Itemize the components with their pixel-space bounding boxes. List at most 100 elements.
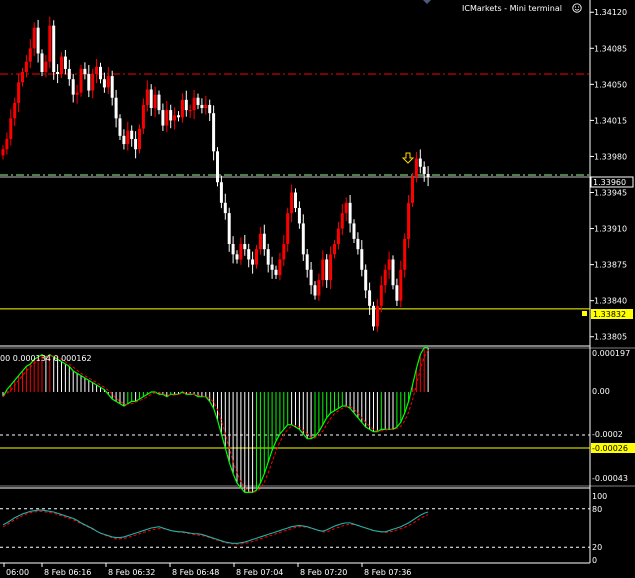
candle-body [196,97,200,105]
candle-body [91,74,95,91]
candle-body [414,158,418,178]
candle-body [243,244,247,250]
candle-body [418,158,422,167]
candle-body [21,71,24,83]
candle-body [153,94,157,109]
candle-body [231,244,235,255]
price-tick-label: 1.34120 [594,8,627,17]
candle-body [71,79,75,95]
candle-body [24,61,28,72]
candle-body [157,94,161,111]
candle-body [348,202,352,224]
candle-body [173,115,177,121]
price-tick-label: 1.33805 [594,333,627,342]
candle-body [395,285,399,301]
candle-body [177,115,180,118]
candle-body [56,71,60,75]
candle-body [223,202,227,214]
candle-body [79,68,83,93]
candle-body [40,53,44,72]
candle-body [32,27,36,49]
candle-body [297,207,301,224]
candle-body [278,259,282,275]
candle-body [130,130,134,139]
candle-body [286,213,290,245]
macd-tick-label: 0.000197 [592,349,630,358]
stochastic-tick-label: 0 [592,556,597,565]
candle-body [118,118,122,136]
candle-body [403,238,407,270]
candle-body [87,74,91,91]
candle-body [239,244,243,260]
candle-body [184,99,188,111]
candle-body [301,223,305,255]
candle-body [200,104,204,109]
candle-body [134,138,138,150]
candle-body [212,113,216,152]
candle-body [141,104,145,129]
candle-body [274,269,278,275]
candle-body [399,269,403,301]
candle-body [251,259,255,265]
candle-body [305,254,309,270]
candle-body [106,76,110,88]
macd-level-label: -0.00026 [592,444,628,453]
candle-body [235,254,239,260]
candle-body [52,25,56,72]
price-tick-label: 1.34015 [594,116,627,125]
candle-body [352,223,356,239]
candle-body [422,166,426,174]
candle-body [95,66,99,75]
candle-body [122,135,126,145]
current-price-tag: 1.33960 [590,176,634,188]
price-tick-label: 1.33980 [594,152,627,161]
candle-body [344,202,348,214]
macd-level-tag: -0.00026 [591,443,635,453]
candle-body [321,259,325,281]
level-price-label: 1.33832 [593,310,626,319]
window-title-text: ICMarkets - Mini terminal [462,4,562,13]
candle-body [48,25,52,62]
candle-body [99,66,102,80]
candle-body [60,56,63,75]
candle-body [364,269,368,291]
candle-body [372,305,375,327]
candle-body [313,285,317,296]
time-tick-label: 06:00 [6,568,29,577]
candle-body [340,213,344,229]
candle-body [13,102,17,119]
candle-body [333,244,336,255]
candle-body [63,56,67,69]
time-tick-label: 8 Feb 07:20 [300,568,347,577]
candle-body [247,249,251,260]
candle-body [169,110,173,121]
candle-body [368,290,372,306]
candle-body [426,173,430,178]
candle-body [216,151,219,183]
stochastic-tick-label: 20 [592,543,602,552]
candle-body [255,249,258,265]
price-tick-label: 1.33840 [594,297,627,306]
candle-body [36,27,40,54]
candle-body [391,259,395,286]
candle-body [102,79,106,88]
time-tick-label: 8 Feb 06:48 [172,568,219,577]
candle-body [208,104,212,114]
candle-body [227,213,231,245]
candle-body [262,233,266,250]
time-tick-label: 8 Feb 07:04 [236,568,283,577]
candle-body [67,68,71,80]
candle-body [266,249,270,265]
candle-body [375,305,379,327]
candle-body [329,254,333,281]
macd-tick-label: 0.00 [592,387,610,396]
stochastic-tick-label: 100 [592,492,607,501]
candle-body [282,244,286,260]
candle-body [270,264,274,270]
trading-chart[interactable]: ICMarkets - Mini terminal 1.34120 1.34085… [0,0,635,578]
candle-body [44,61,48,72]
time-tick-label: 8 Feb 06:16 [44,568,91,577]
candle-body [192,97,196,111]
candle-body [5,138,9,150]
candle-body [161,110,165,126]
